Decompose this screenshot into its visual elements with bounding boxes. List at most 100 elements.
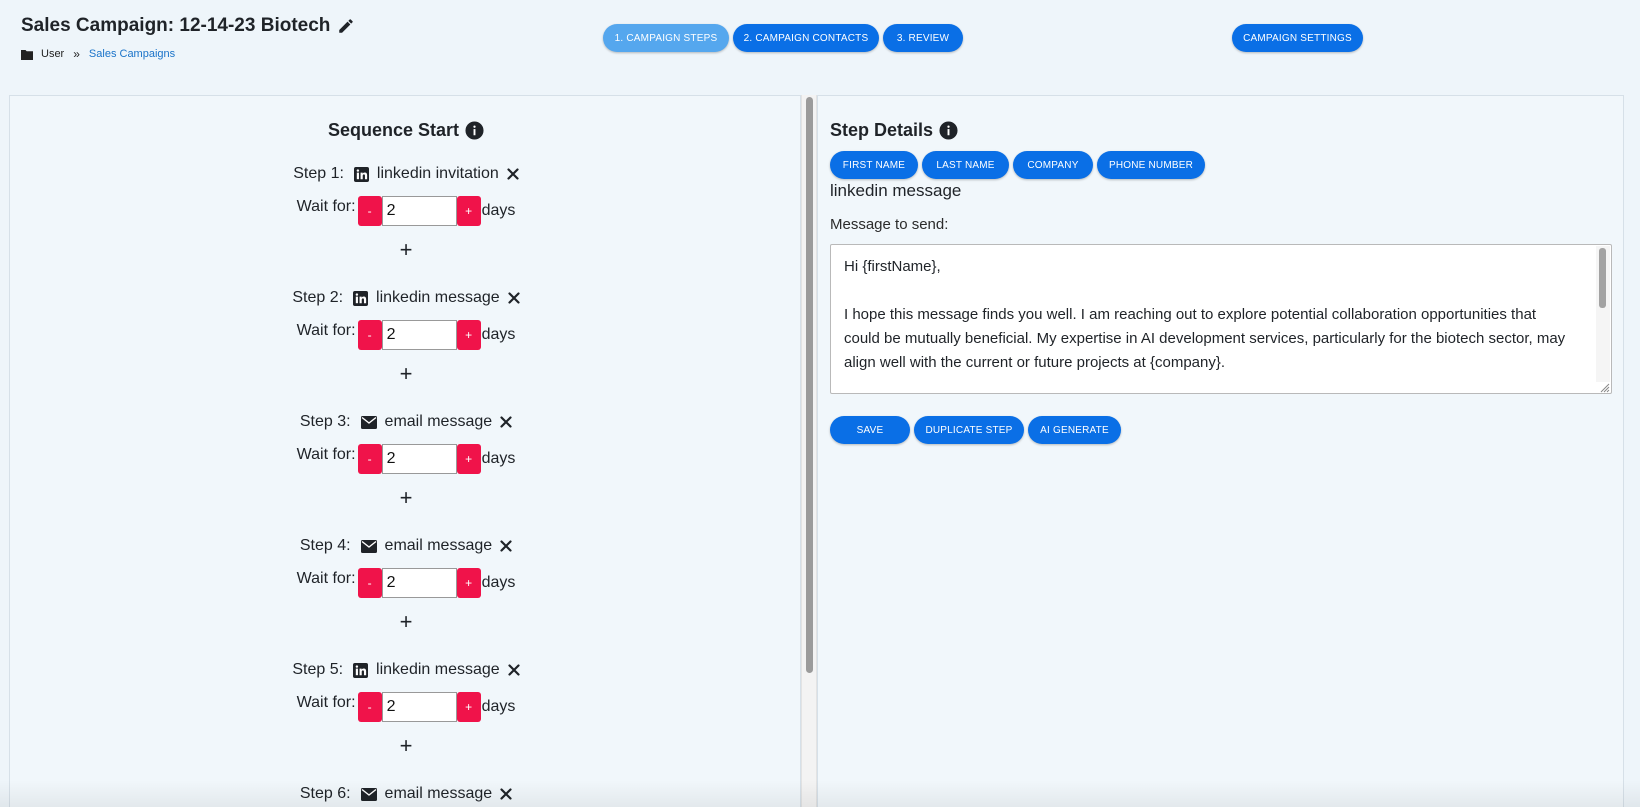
message-label: Message to send: — [830, 216, 949, 233]
campaign-settings-button[interactable]: CAMPAIGN SETTINGS — [1232, 24, 1363, 52]
wait-label: Wait for: — [296, 322, 356, 339]
increment-button[interactable]: + — [456, 196, 481, 226]
info-icon[interactable] — [939, 121, 958, 140]
step-actions: SAVE DUPLICATE STEP AI GENERATE — [830, 416, 1121, 444]
step-type[interactable]: email message — [385, 537, 493, 555]
increment-button[interactable]: + — [456, 692, 481, 722]
sequence-title-text: Sequence Start — [327, 120, 460, 140]
resize-handle-icon[interactable] — [1598, 380, 1610, 393]
sequence-panel: Sequence Start Step 1: linkedin invitati… — [9, 95, 801, 807]
ai-generate-button[interactable]: AI GENERATE — [1028, 416, 1121, 444]
wait-days-input[interactable] — [381, 568, 457, 598]
wait-row: Wait for: - + days — [10, 568, 800, 598]
decrement-button[interactable]: - — [357, 692, 382, 722]
close-icon[interactable] — [508, 664, 520, 676]
wait-label: Wait for: — [296, 570, 356, 587]
wait-days-input[interactable] — [381, 692, 457, 722]
save-button[interactable]: SAVE — [830, 416, 910, 444]
increment-button[interactable]: + — [456, 444, 481, 474]
message-text[interactable]: Hi {firstName}, I hope this message find… — [831, 245, 1611, 375]
wait-stepper: - + — [357, 692, 481, 722]
wait-row: Wait for: - + days — [10, 444, 800, 474]
step-details-panel: Step Details FIRST NAME LAST NAME COMPAN… — [817, 95, 1624, 807]
decrement-button[interactable]: - — [357, 196, 382, 226]
close-icon[interactable] — [500, 540, 512, 552]
wait-days-input[interactable] — [381, 444, 457, 474]
wait-stepper: - + — [357, 196, 481, 226]
add-step-button[interactable]: + — [10, 733, 800, 759]
linkedin-icon — [353, 166, 369, 182]
tab-campaign-contacts[interactable]: 2. CAMPAIGN CONTACTS — [733, 24, 879, 52]
decrement-button[interactable]: - — [357, 320, 382, 350]
duplicate-step-button[interactable]: DUPLICATE STEP — [914, 416, 1024, 444]
add-step-button[interactable]: + — [10, 609, 800, 635]
scrollbar-thumb[interactable] — [806, 97, 813, 673]
sequence-scrollbar[interactable] — [801, 95, 817, 807]
message-textarea[interactable]: Hi {firstName}, I hope this message find… — [830, 244, 1612, 394]
wait-days-input[interactable] — [381, 196, 457, 226]
wait-row: Wait for: - + days — [10, 692, 800, 722]
breadcrumb-sales-campaigns[interactable]: Sales Campaigns — [89, 48, 175, 60]
step-type[interactable]: email message — [385, 785, 493, 803]
sequence-step: Step 5: linkedin message — [10, 661, 800, 679]
add-step-button[interactable]: + — [10, 361, 800, 387]
envelope-icon — [360, 787, 377, 801]
wait-stepper: - + — [357, 320, 481, 350]
message-scrollbar-thumb[interactable] — [1599, 248, 1606, 308]
step-type[interactable]: email message — [385, 413, 493, 431]
sequence-step: Step 4: email message — [10, 537, 800, 555]
increment-button[interactable]: + — [456, 568, 481, 598]
wait-days-input[interactable] — [381, 320, 457, 350]
breadcrumb-separator: » — [73, 47, 80, 61]
placeholder-buttons: FIRST NAME LAST NAME COMPANY PHONE NUMBE… — [830, 151, 1205, 179]
insert-last-name-button[interactable]: LAST NAME — [922, 151, 1009, 179]
step-label: Step 4: — [299, 537, 351, 554]
tab-campaign-steps[interactable]: 1. CAMPAIGN STEPS — [603, 24, 729, 52]
insert-first-name-button[interactable]: FIRST NAME — [830, 151, 918, 179]
close-icon[interactable] — [500, 416, 512, 428]
sequence-title: Sequence Start — [10, 120, 800, 141]
breadcrumb-root[interactable]: User — [41, 48, 64, 60]
days-label: days — [481, 574, 516, 591]
wait-label: Wait for: — [296, 446, 356, 463]
sequence-step: Step 1: linkedin invitation — [10, 165, 800, 183]
increment-button[interactable]: + — [456, 320, 481, 350]
step-label: Step 1: — [293, 165, 344, 182]
step-label: Step 5: — [292, 661, 344, 678]
page-header: Sales Campaign: 12-14-23 Biotech User » … — [0, 0, 1640, 90]
step-type[interactable]: linkedin invitation — [377, 165, 499, 183]
campaign-title: Sales Campaign: 12-14-23 Biotech — [21, 15, 355, 37]
decrement-button[interactable]: - — [357, 568, 382, 598]
step-label: Step 6: — [299, 785, 351, 802]
add-step-button[interactable]: + — [10, 485, 800, 511]
wait-stepper: - + — [357, 444, 481, 474]
close-icon[interactable] — [508, 292, 520, 304]
days-label: days — [481, 698, 516, 715]
insert-phone-number-button[interactable]: PHONE NUMBER — [1097, 151, 1205, 179]
close-icon[interactable] — [500, 788, 512, 800]
step-details-title-text: Step Details — [830, 120, 934, 140]
breadcrumb: User » Sales Campaigns — [21, 47, 175, 61]
close-icon[interactable] — [507, 168, 519, 180]
days-label: days — [481, 326, 516, 343]
selected-step-name: linkedin message — [830, 181, 962, 200]
sequence-step: Step 2: linkedin message — [10, 289, 800, 307]
pencil-icon[interactable] — [337, 17, 355, 35]
add-step-button[interactable]: + — [10, 237, 800, 263]
folder-icon — [21, 49, 33, 60]
linkedin-icon — [353, 662, 369, 678]
info-icon[interactable] — [465, 121, 484, 140]
sequence-step: Step 6: email message — [10, 785, 800, 803]
insert-company-button[interactable]: COMPANY — [1013, 151, 1093, 179]
envelope-icon — [360, 415, 377, 429]
envelope-icon — [360, 539, 377, 553]
step-details-title: Step Details — [830, 120, 958, 141]
decrement-button[interactable]: - — [357, 444, 382, 474]
step-type[interactable]: linkedin message — [376, 289, 500, 307]
wait-row: Wait for: - + days — [10, 196, 800, 226]
step-label: Step 3: — [299, 413, 351, 430]
days-label: days — [481, 450, 516, 467]
step-type[interactable]: linkedin message — [376, 661, 500, 679]
tab-review[interactable]: 3. REVIEW — [883, 24, 963, 52]
message-scrollbar[interactable] — [1596, 246, 1610, 382]
